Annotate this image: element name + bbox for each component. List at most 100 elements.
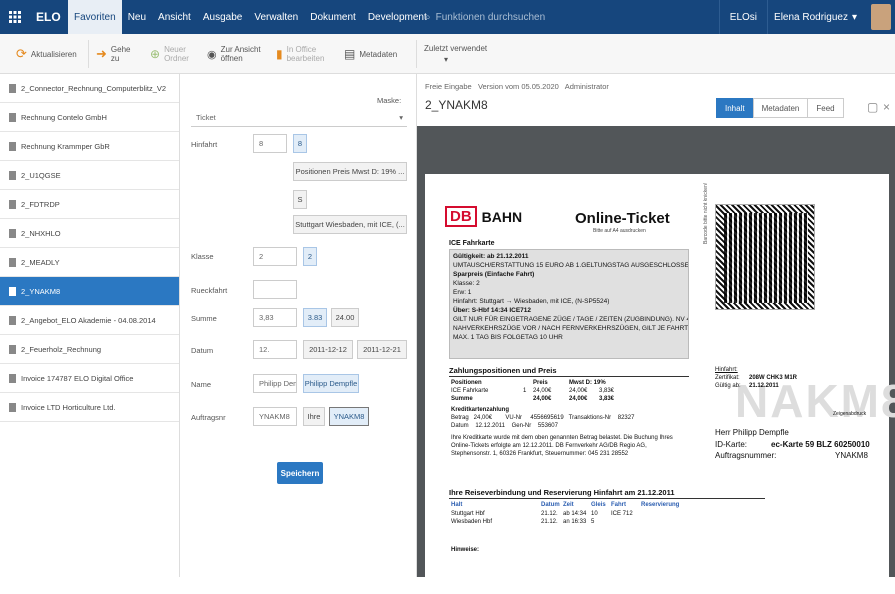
mask-select[interactable]: Ticket ▾ bbox=[191, 108, 407, 127]
nav-verwalten[interactable]: Verwalten bbox=[248, 0, 304, 34]
ice-line: Klasse: 2 bbox=[453, 280, 480, 287]
nav-dokument[interactable]: Dokument bbox=[304, 0, 362, 34]
document-title: 2_YNAKM8 bbox=[425, 98, 488, 112]
payment-cell: 24,00€ bbox=[569, 388, 588, 394]
ice-details: Gültigkeit: ab 21.12.2011 UMTAUSCH/ERSTAT… bbox=[449, 249, 689, 359]
hinfahrt-right-row: Zertifikat: 208W CHK3 M1R bbox=[715, 374, 805, 382]
list-item[interactable]: Invoice 174787 ELO Digital Office bbox=[0, 364, 179, 393]
summe-input[interactable]: 3,83 bbox=[253, 308, 297, 327]
metadata-button[interactable]: ▤ Metadaten bbox=[344, 34, 397, 74]
journey-column-header: Fahrt bbox=[611, 502, 626, 508]
klasse-suggestion[interactable]: 2 bbox=[303, 247, 317, 266]
auftrag-suggestion-2[interactable]: YNAKM8 bbox=[329, 407, 369, 426]
ticket-page: DB BAHN Online-Ticket Bitte auf A4 ausdr… bbox=[425, 174, 895, 594]
list-item[interactable]: 2_Connector_Rechnung_Computerblitz_V2 bbox=[0, 74, 179, 103]
nav-development[interactable]: Development bbox=[362, 0, 433, 34]
nav-ausgabe[interactable]: Ausgabe bbox=[197, 0, 248, 34]
document-icon bbox=[9, 315, 16, 325]
hinfahrt-input[interactable]: 8 bbox=[253, 134, 287, 153]
hinfahrt-right-value: 208W CHK3 M1R bbox=[749, 375, 798, 381]
list-item[interactable]: 2_NHXHLO bbox=[0, 219, 179, 248]
route-suggestion[interactable]: Stuttgart Wiesbaden, mit ICE, (... bbox=[293, 215, 407, 234]
positionen-suggestion[interactable]: Positionen Preis Mwst D: 19% ... bbox=[293, 162, 407, 181]
document-viewer[interactable]: DB BAHN Online-Ticket Bitte auf A4 ausdr… bbox=[417, 126, 895, 594]
auftrag-input[interactable]: YNAKM8 bbox=[253, 407, 297, 426]
search-icon: ⌕ bbox=[425, 11, 431, 23]
payment-row: ICE Fahrkarte 1 24,00€ 24,00€ 3,83€ bbox=[451, 387, 687, 395]
datum-input[interactable]: 12. bbox=[253, 340, 297, 359]
goto-label-2: zu bbox=[110, 54, 120, 63]
elosi-button[interactable]: ELOsi bbox=[718, 0, 767, 34]
idkarte-value: ec-Karte 59 BLZ 60250010 bbox=[771, 440, 870, 449]
list-item[interactable]: Rechnung Krammper GbR bbox=[0, 132, 179, 161]
summe-suggestion-2[interactable]: 24.00 bbox=[331, 308, 359, 327]
tab-inhalt[interactable]: Inhalt bbox=[716, 98, 754, 118]
payment-cell: 24,00€ bbox=[569, 396, 588, 402]
name-suggestion[interactable]: Philipp Dempfle bbox=[303, 374, 359, 393]
name-input[interactable]: Philipp Dem bbox=[253, 374, 297, 393]
datum-suggestion-2[interactable]: 2011-12-21 bbox=[357, 340, 407, 359]
payment-row: Summe 24,00€ 24,00€ 3,83€ bbox=[451, 395, 687, 403]
hinweise-label: Hinweise: bbox=[451, 547, 480, 553]
list-item[interactable]: 2_U1QGSE bbox=[0, 161, 179, 190]
divider bbox=[416, 40, 417, 68]
close-icon[interactable]: × bbox=[883, 100, 890, 114]
caret-down-icon: ▾ bbox=[851, 11, 857, 23]
cc-note: Ihre Kreditkarte wurde mit dem oben gena… bbox=[451, 434, 673, 458]
list-item[interactable]: 2_Angebot_ELO Akademie - 04.08.2014 bbox=[0, 306, 179, 335]
document-icon bbox=[9, 344, 16, 354]
nav-favoriten[interactable]: Favoriten bbox=[68, 0, 122, 34]
divider bbox=[449, 498, 765, 499]
summe-label: Summe bbox=[191, 314, 217, 323]
preview-tabs: Inhalt Metadaten Feed bbox=[716, 98, 844, 118]
document-icon bbox=[9, 141, 16, 151]
list-item-label: 2_Feuerholz_Rechnung bbox=[21, 344, 102, 354]
tab-metadaten[interactable]: Metadaten bbox=[752, 98, 809, 118]
new-folder-button[interactable]: ⊕ Neuer Ordner bbox=[150, 34, 189, 74]
mask-label: Maske: bbox=[377, 96, 402, 105]
refresh-button[interactable]: ⟳ Aktualisieren bbox=[16, 34, 77, 74]
open-view-label-2: öffnen bbox=[220, 54, 243, 63]
user-menu[interactable]: Elena Rodriguez ▾ bbox=[767, 0, 863, 34]
popout-icon[interactable]: ▢ bbox=[867, 100, 878, 114]
payment-cell: 3,83€ bbox=[599, 388, 615, 394]
list-item[interactable]: 2_Feuerholz_Rechnung bbox=[0, 335, 179, 364]
payment-cell: 24,00€ bbox=[533, 388, 552, 394]
s-suggestion[interactable]: S bbox=[293, 190, 307, 209]
summe-suggestion-1[interactable]: 3.83 bbox=[303, 308, 327, 327]
rueckfahrt-input[interactable] bbox=[253, 280, 297, 299]
open-view-button[interactable]: ◉ Zur Ansicht öffnen bbox=[207, 34, 261, 74]
avatar[interactable] bbox=[871, 4, 891, 30]
journey-heading: Ihre Reiseverbindung und Reservierung Hi… bbox=[449, 488, 675, 497]
hinfahrt-suggestion[interactable]: 8 bbox=[293, 134, 307, 153]
datum-suggestion-1[interactable]: 2011-12-12 bbox=[303, 340, 353, 359]
list-item[interactable]: 2_YNAKM8 bbox=[0, 277, 179, 306]
list-item[interactable]: 2_MEADLY bbox=[0, 248, 179, 277]
journey-cell: Stuttgart Hbf bbox=[451, 511, 485, 517]
nav-ansicht[interactable]: Ansicht bbox=[152, 0, 197, 34]
journey-row: Stuttgart Hbf 21.12. ab 14:34 10 ICE 712 bbox=[451, 510, 763, 518]
top-navigation-bar: ELO Favoriten Neu Ansicht Ausgabe Verwal… bbox=[0, 0, 895, 34]
save-button[interactable]: Speichern bbox=[277, 462, 323, 484]
klasse-input[interactable]: 2 bbox=[253, 247, 297, 266]
journey-column-header: Gleis bbox=[591, 502, 606, 508]
list-item[interactable]: Invoice LTD Horticulture Ltd. bbox=[0, 393, 179, 422]
cc-text-line: Datum 12.12.2011 Gen-Nr 553607 bbox=[451, 423, 558, 429]
auftrag-num-label: Auftragsnummer: bbox=[715, 451, 777, 460]
qr-code bbox=[715, 204, 815, 310]
goto-button[interactable]: ➜ Gehe zu bbox=[96, 34, 130, 74]
journey-cell: ab 14:34 bbox=[563, 511, 587, 517]
auftrag-suggestion-1[interactable]: Ihre bbox=[303, 407, 325, 426]
edit-office-button[interactable]: ▮ In Office bearbeiten bbox=[276, 34, 324, 74]
function-search[interactable]: ⌕ Funktionen durchsuchen bbox=[425, 0, 545, 34]
list-item[interactable]: Rechnung Contelo GmbH bbox=[0, 103, 179, 132]
nav-neu[interactable]: Neu bbox=[122, 0, 152, 34]
cc-text-line: Stephensonstr. 1, 60326 Frankfurt, Steue… bbox=[451, 451, 629, 457]
list-item-label: 2_FDTRDP bbox=[21, 199, 60, 209]
app-grid-icon[interactable] bbox=[6, 0, 24, 34]
tab-feed[interactable]: Feed bbox=[807, 98, 844, 118]
list-item[interactable]: 2_FDTRDP bbox=[0, 190, 179, 219]
db-logo: DB BAHN bbox=[445, 206, 522, 227]
auftrag-label: Auftragsnr bbox=[191, 413, 226, 422]
recent-dropdown[interactable]: Zuletzt verwendet ▾ bbox=[424, 34, 487, 74]
